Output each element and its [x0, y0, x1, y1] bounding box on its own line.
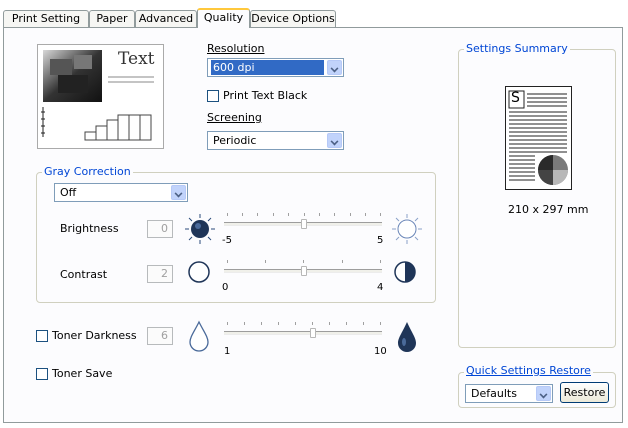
screening-select[interactable]: Periodic: [207, 131, 344, 150]
tab-advanced[interactable]: Advanced: [135, 10, 197, 27]
toner-darkness-min-label: 1: [224, 346, 231, 357]
resolution-label: Resolution: [207, 42, 265, 55]
contrast-value: 2: [147, 265, 173, 283]
toner-light-icon: [188, 320, 210, 355]
toner-darkness-value: 6: [147, 327, 173, 345]
toner-darkness-checkbox[interactable]: [36, 330, 48, 342]
screening-value: Periodic: [213, 134, 257, 147]
quick-settings-title: Quick Settings Restore: [464, 364, 593, 377]
chevron-down-icon[interactable]: [536, 386, 551, 401]
tab-paper[interactable]: Paper: [89, 10, 135, 27]
toner-darkness-label: Toner Darkness: [52, 329, 137, 342]
contrast-min-label: 0: [222, 282, 229, 293]
page-preview-icon: S: [505, 86, 572, 190]
tab-device-options[interactable]: Device Options: [250, 10, 336, 27]
contrast-label: Contrast: [60, 268, 108, 281]
quality-preview: Text: [37, 44, 164, 149]
brightness-slider[interactable]: [222, 213, 382, 233]
chevron-down-icon[interactable]: [327, 60, 342, 75]
print-text-black-label: Print Text Black: [223, 89, 308, 102]
print-text-black-checkbox[interactable]: [207, 90, 219, 102]
chevron-down-icon[interactable]: [327, 133, 342, 148]
resolution-select[interactable]: 600 dpi: [207, 58, 344, 77]
brightness-low-icon: [184, 213, 216, 248]
gray-correction-title: Gray Correction: [42, 165, 133, 178]
quick-settings-value: Defaults: [471, 387, 517, 400]
brightness-value: 0: [147, 220, 173, 238]
contrast-low-icon: [187, 260, 211, 287]
brightness-min-label: -5: [222, 235, 232, 246]
paper-size-label: 210 x 297 mm: [508, 203, 589, 216]
tab-quality[interactable]: Quality: [197, 8, 250, 28]
toner-save-checkbox[interactable]: [36, 368, 48, 380]
brightness-slider-thumb[interactable]: [301, 219, 307, 229]
gray-correction-select[interactable]: Off: [54, 183, 188, 202]
toner-darkness-max-label: 10: [374, 346, 387, 357]
toner-darkness-slider-thumb[interactable]: [310, 328, 316, 338]
restore-button[interactable]: Restore: [560, 382, 609, 403]
quick-settings-select[interactable]: Defaults: [465, 384, 553, 403]
toner-save-label: Toner Save: [52, 367, 113, 380]
brightness-label: Brightness: [60, 222, 119, 235]
toner-dark-icon: [396, 320, 418, 357]
tab-print-setting[interactable]: Print Setting: [3, 10, 89, 27]
contrast-slider-thumb[interactable]: [301, 266, 307, 276]
preview-text-label: Text: [118, 49, 155, 69]
contrast-max-label: 4: [377, 282, 384, 293]
contrast-high-icon: [393, 260, 417, 287]
resolution-value: 600 dpi: [211, 60, 324, 75]
summary-letter: S: [511, 90, 520, 106]
brightness-max-label: 5: [377, 235, 384, 246]
gray-correction-value: Off: [60, 186, 77, 199]
screening-label: Screening: [207, 111, 262, 124]
chevron-down-icon[interactable]: [171, 185, 186, 200]
toner-darkness-slider[interactable]: [222, 322, 382, 342]
brightness-high-icon: [391, 213, 423, 248]
settings-summary-title: Settings Summary: [464, 42, 570, 55]
contrast-slider[interactable]: [222, 260, 382, 280]
